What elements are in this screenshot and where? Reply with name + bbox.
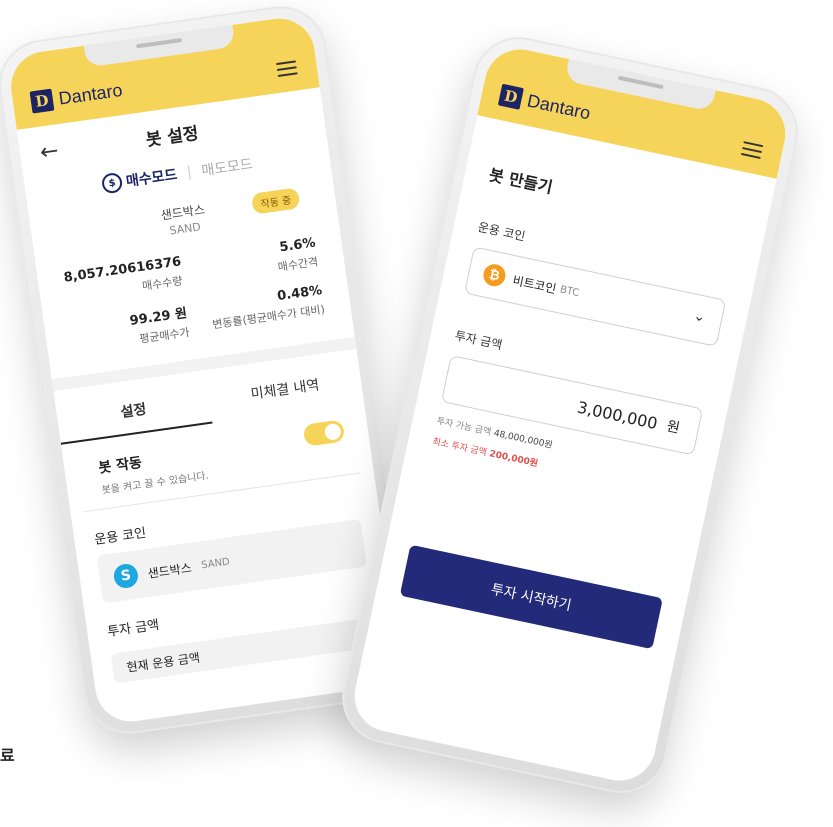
min-prefix: 최소 투자 금액 xyxy=(431,437,488,459)
min-value: 200,000원 xyxy=(488,449,539,470)
hamburger-menu-icon[interactable] xyxy=(275,60,298,77)
start-investing-button[interactable]: 투자 시작하기 xyxy=(399,544,663,650)
coin-select-symbol: SAND xyxy=(200,555,231,571)
bitcoin-icon: ₿ xyxy=(481,262,508,289)
hamburger-menu-icon[interactable] xyxy=(740,141,764,159)
stat-avg-price: 99.29 원 평균매수가 xyxy=(69,301,200,356)
bot-toggle-switch[interactable] xyxy=(302,419,346,447)
amount-unit: 원 xyxy=(665,418,682,437)
right-phone-screen: D Dantaro 봇 만들기 운용 코인 ₿ 비트코인 BTC ⌄ 투자 금액… xyxy=(347,42,793,788)
brand-logo[interactable]: D Dantaro xyxy=(29,79,124,114)
chevron-down-icon: ⌄ xyxy=(691,307,707,326)
left-phone-mockup: D Dantaro ← 봇 설정 $ 매수모드 | 매도모드 샌드박스 SAND… xyxy=(0,0,418,740)
brand-name: Dantaro xyxy=(525,90,593,123)
right-phone-mockup: D Dantaro 봇 만들기 운용 코인 ₿ 비트코인 BTC ⌄ 투자 금액… xyxy=(333,28,807,802)
left-phone-screen: D Dantaro ← 봇 설정 $ 매수모드 | 매도모드 샌드박스 SAND… xyxy=(6,13,404,727)
coin-name: 비트코인 xyxy=(511,272,558,296)
app-header: D Dantaro xyxy=(477,42,793,179)
logo-mark-icon: D xyxy=(29,88,55,114)
sandbox-coin-icon: S xyxy=(112,562,140,590)
speaker xyxy=(617,75,664,90)
speaker xyxy=(136,38,183,49)
brand-name: Dantaro xyxy=(57,79,124,109)
available-value: 48,000,000원 xyxy=(492,428,554,451)
stat-buy-interval: 5.6% 매수간격 xyxy=(189,235,319,286)
available-prefix: 투자 가능 금액 xyxy=(435,416,492,438)
cut-off-text: 료 xyxy=(0,746,15,765)
brand-logo[interactable]: D Dantaro xyxy=(497,83,593,125)
coin-dollar-icon: $ xyxy=(100,171,124,195)
sell-mode-tab[interactable]: 매도모드 xyxy=(200,153,254,180)
stat-change-rate: 0.48% 변동률(평균매수가 대비) xyxy=(195,283,326,338)
amount-value: 3,000,000 xyxy=(575,397,660,433)
create-bot-form: 봇 만들기 운용 코인 ₿ 비트코인 BTC ⌄ 투자 금액 3,000,000… xyxy=(376,156,768,654)
buy-mode-label: 매수모드 xyxy=(125,167,179,191)
coin-select-name: 샌드박스 xyxy=(146,560,193,581)
logo-mark-icon: D xyxy=(497,83,524,110)
mode-divider: | xyxy=(185,164,193,181)
stat-buy-quantity: 8,057.20616376 매수수량 xyxy=(63,253,193,304)
coin-symbol: BTC xyxy=(558,283,581,299)
